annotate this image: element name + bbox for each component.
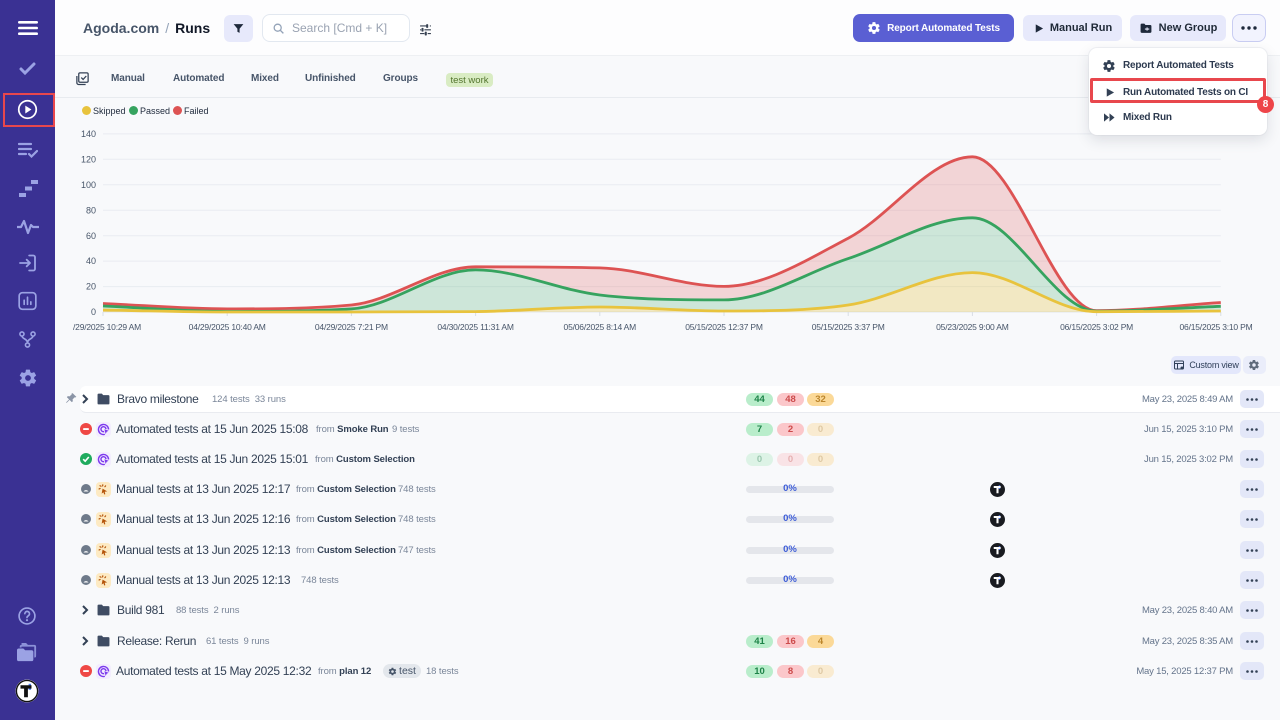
svg-text:06/15/2025 3:10 PM: 06/15/2025 3:10 PM: [1180, 322, 1253, 332]
svg-text:20: 20: [86, 282, 96, 292]
svg-text:0: 0: [91, 307, 96, 317]
svg-text:/29/2025 10:29 AM: /29/2025 10:29 AM: [73, 322, 141, 332]
svg-text:140: 140: [81, 129, 96, 139]
svg-text:04/29/2025 7:21 PM: 04/29/2025 7:21 PM: [315, 322, 388, 332]
svg-text:05/23/2025 9:00 AM: 05/23/2025 9:00 AM: [936, 322, 1009, 332]
svg-text:100: 100: [81, 180, 96, 190]
svg-text:04/30/2025 11:31 AM: 04/30/2025 11:31 AM: [437, 322, 514, 332]
svg-text:05/06/2025 8:14 AM: 05/06/2025 8:14 AM: [564, 322, 637, 332]
svg-text:06/15/2025 3:02 PM: 06/15/2025 3:02 PM: [1060, 322, 1133, 332]
svg-text:05/15/2025 12:37 PM: 05/15/2025 12:37 PM: [685, 322, 763, 332]
svg-text:40: 40: [86, 256, 96, 266]
svg-text:80: 80: [86, 205, 96, 215]
svg-text:05/15/2025 3:37 PM: 05/15/2025 3:37 PM: [812, 322, 885, 332]
svg-text:04/29/2025 10:40 AM: 04/29/2025 10:40 AM: [189, 322, 266, 332]
svg-text:120: 120: [81, 154, 96, 164]
svg-text:60: 60: [86, 231, 96, 241]
